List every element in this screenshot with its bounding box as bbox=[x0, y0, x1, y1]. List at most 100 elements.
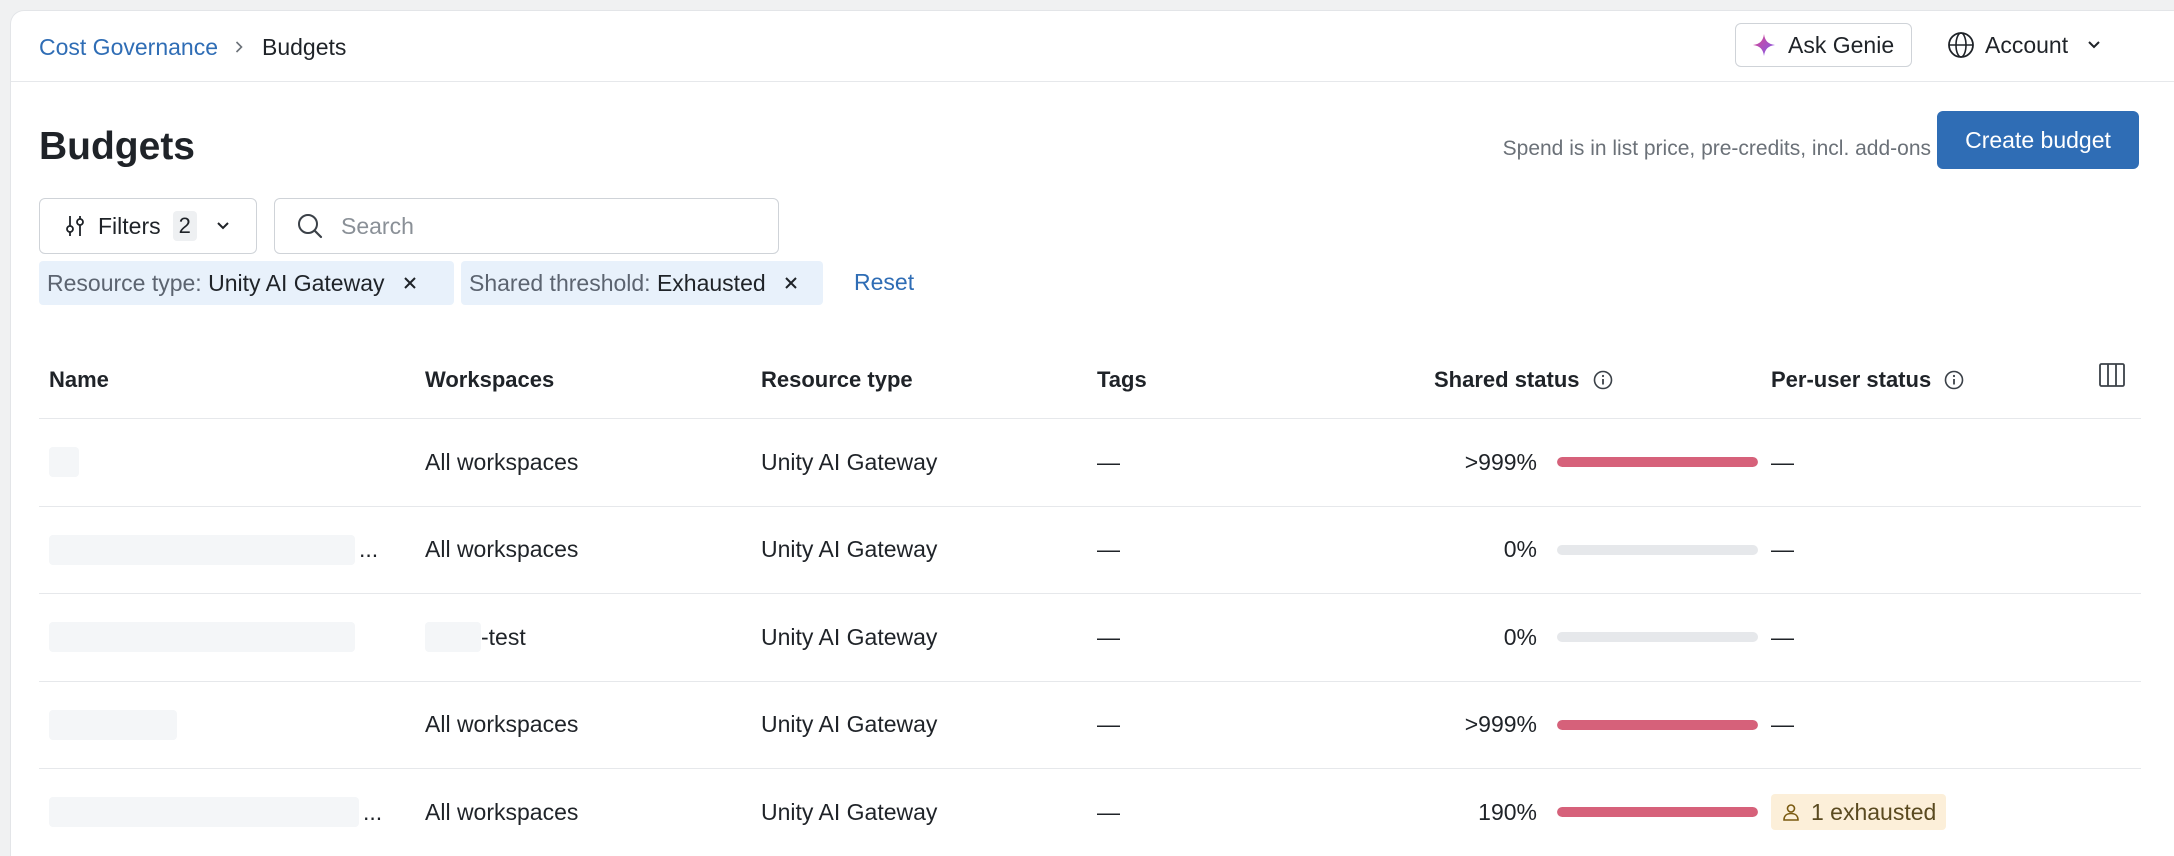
search-box bbox=[274, 198, 779, 254]
header-workspaces[interactable]: Workspaces bbox=[425, 367, 554, 393]
budget-name-cell[interactable] bbox=[49, 682, 177, 769]
tags-cell: — bbox=[1097, 798, 1120, 825]
filter-chip-resource-type: Resource type: Unity AI Gateway bbox=[39, 261, 454, 305]
table-header: Name Workspaces Resource type Tags Share… bbox=[39, 341, 2141, 419]
resource-type-cell: Unity AI Gateway bbox=[761, 798, 938, 825]
header-shared-status-label: Shared status bbox=[1434, 367, 1580, 392]
filters-button[interactable]: Filters 2 bbox=[39, 198, 257, 254]
chip-value: Unity AI Gateway bbox=[208, 269, 385, 296]
chip-value: Exhausted bbox=[656, 269, 766, 296]
progress-fill bbox=[1557, 719, 1758, 730]
user-icon bbox=[1783, 804, 1799, 822]
globe-icon bbox=[1948, 32, 1974, 58]
progress-track bbox=[1557, 544, 1758, 555]
budget-name-cell[interactable] bbox=[49, 419, 79, 506]
info-icon[interactable] bbox=[1943, 369, 1965, 391]
name-ellipsis: ... bbox=[363, 798, 383, 825]
header-name-label: Name bbox=[49, 367, 109, 392]
top-bar: Cost Governance Budgets Ask Genie Accoun… bbox=[11, 11, 2174, 82]
breadcrumb-cost-governance[interactable]: Cost Governance bbox=[39, 34, 218, 61]
shared-status-percent: 0% bbox=[1503, 536, 1537, 563]
header-tags-label: Tags bbox=[1097, 367, 1147, 392]
header-per-user-status-label: Per-user status bbox=[1771, 367, 1932, 392]
tags-cell: — bbox=[1097, 711, 1120, 738]
spend-note: Spend is in list price, pre-credits, inc… bbox=[1502, 137, 1931, 160]
workspaces-cell: All workspaces bbox=[425, 448, 579, 475]
budget-name-cell[interactable]: ... bbox=[49, 769, 382, 856]
shared-status-bar bbox=[1557, 419, 1758, 506]
resource-type-cell: Unity AI Gateway bbox=[761, 623, 938, 650]
per-user-status-cell: — bbox=[1771, 536, 1794, 563]
redacted-name bbox=[49, 622, 355, 653]
name-ellipsis: ... bbox=[359, 536, 379, 563]
shared-status-bar bbox=[1557, 594, 1758, 681]
budget-name-cell[interactable]: ... bbox=[49, 507, 378, 594]
workspaces-cell: -test bbox=[425, 594, 526, 681]
exhausted-badge: 1 exhausted bbox=[1771, 794, 1947, 831]
filters-count-badge: 2 bbox=[172, 211, 197, 241]
progress-fill bbox=[1557, 807, 1758, 818]
columns-icon[interactable] bbox=[2096, 359, 2128, 391]
redacted-workspace bbox=[425, 622, 481, 653]
table-row[interactable]: -test Unity AI Gateway — 0% — bbox=[39, 594, 2141, 682]
progress-track bbox=[1557, 807, 1758, 818]
redacted-name bbox=[49, 797, 359, 828]
sliders-icon bbox=[66, 216, 84, 236]
header-tags[interactable]: Tags bbox=[1097, 367, 1147, 393]
header-resource-type[interactable]: Resource type bbox=[761, 367, 913, 393]
resource-type-cell: Unity AI Gateway bbox=[761, 711, 938, 738]
reset-filters-link[interactable]: Reset bbox=[854, 269, 914, 296]
search-input[interactable] bbox=[341, 212, 761, 240]
per-user-status-cell: — bbox=[1771, 448, 1794, 475]
sparkle-icon bbox=[1753, 34, 1775, 56]
header-shared-status[interactable]: Shared status bbox=[1434, 367, 1614, 393]
close-icon[interactable] bbox=[401, 274, 419, 292]
filter-chip-shared-threshold: Shared threshold: Exhausted bbox=[461, 261, 823, 305]
progress-track bbox=[1557, 719, 1758, 730]
redacted-name bbox=[49, 534, 355, 565]
tags-cell: — bbox=[1097, 623, 1120, 650]
resource-type-cell: Unity AI Gateway bbox=[761, 448, 938, 475]
chip-key: Resource type: bbox=[47, 269, 202, 296]
shared-status-percent: 0% bbox=[1503, 623, 1537, 650]
table-row[interactable]: ... All workspaces Unity AI Gateway — 19… bbox=[39, 769, 2141, 856]
progress-track bbox=[1557, 632, 1758, 643]
resource-type-cell: Unity AI Gateway bbox=[761, 536, 938, 563]
create-budget-button[interactable]: Create budget bbox=[1937, 111, 2139, 169]
account-label: Account bbox=[1985, 31, 2069, 58]
table-row[interactable]: All workspaces Unity AI Gateway — >999% … bbox=[39, 419, 2141, 507]
redacted-name bbox=[49, 447, 79, 478]
shared-status-bar bbox=[1557, 682, 1758, 769]
budgets-table: Name Workspaces Resource type Tags Share… bbox=[39, 341, 2141, 856]
workspace-suffix: -test bbox=[481, 623, 526, 650]
header-resource-type-label: Resource type bbox=[761, 367, 913, 392]
breadcrumb-budgets: Budgets bbox=[261, 33, 347, 60]
account-menu[interactable]: Account bbox=[1947, 23, 2104, 67]
exhausted-label: 1 exhausted bbox=[1811, 798, 1937, 825]
app-frame: Cost Governance Budgets Ask Genie Accoun… bbox=[10, 10, 2174, 856]
info-icon[interactable] bbox=[1592, 369, 1614, 391]
chevron-right-icon bbox=[232, 40, 246, 54]
workspaces-cell: All workspaces bbox=[425, 711, 579, 738]
progress-track bbox=[1557, 457, 1758, 468]
tags-cell: — bbox=[1097, 448, 1120, 475]
header-name[interactable]: Name bbox=[49, 367, 109, 393]
header-per-user-status[interactable]: Per-user status bbox=[1771, 367, 1965, 393]
table-row[interactable]: ... All workspaces Unity AI Gateway — 0%… bbox=[39, 507, 2141, 594]
per-user-status-cell: 1 exhausted bbox=[1771, 769, 1947, 856]
budget-name-cell[interactable] bbox=[49, 594, 355, 681]
page-title: Budgets bbox=[39, 125, 195, 168]
ask-genie-button[interactable]: Ask Genie bbox=[1735, 23, 1912, 67]
close-icon[interactable] bbox=[782, 274, 800, 292]
chevron-down-icon bbox=[217, 222, 229, 230]
table-row[interactable]: All workspaces Unity AI Gateway — >999% … bbox=[39, 682, 2141, 769]
shared-status-percent: >999% bbox=[1464, 711, 1537, 738]
shared-status-bar bbox=[1557, 769, 1758, 856]
tags-cell: — bbox=[1097, 536, 1120, 563]
header-workspaces-label: Workspaces bbox=[425, 367, 555, 392]
per-user-status-cell: — bbox=[1771, 711, 1794, 738]
workspaces-cell: All workspaces bbox=[425, 536, 579, 563]
shared-status-percent: >999% bbox=[1464, 448, 1537, 475]
chevron-down-icon bbox=[2088, 41, 2100, 49]
progress-fill bbox=[1557, 457, 1758, 468]
